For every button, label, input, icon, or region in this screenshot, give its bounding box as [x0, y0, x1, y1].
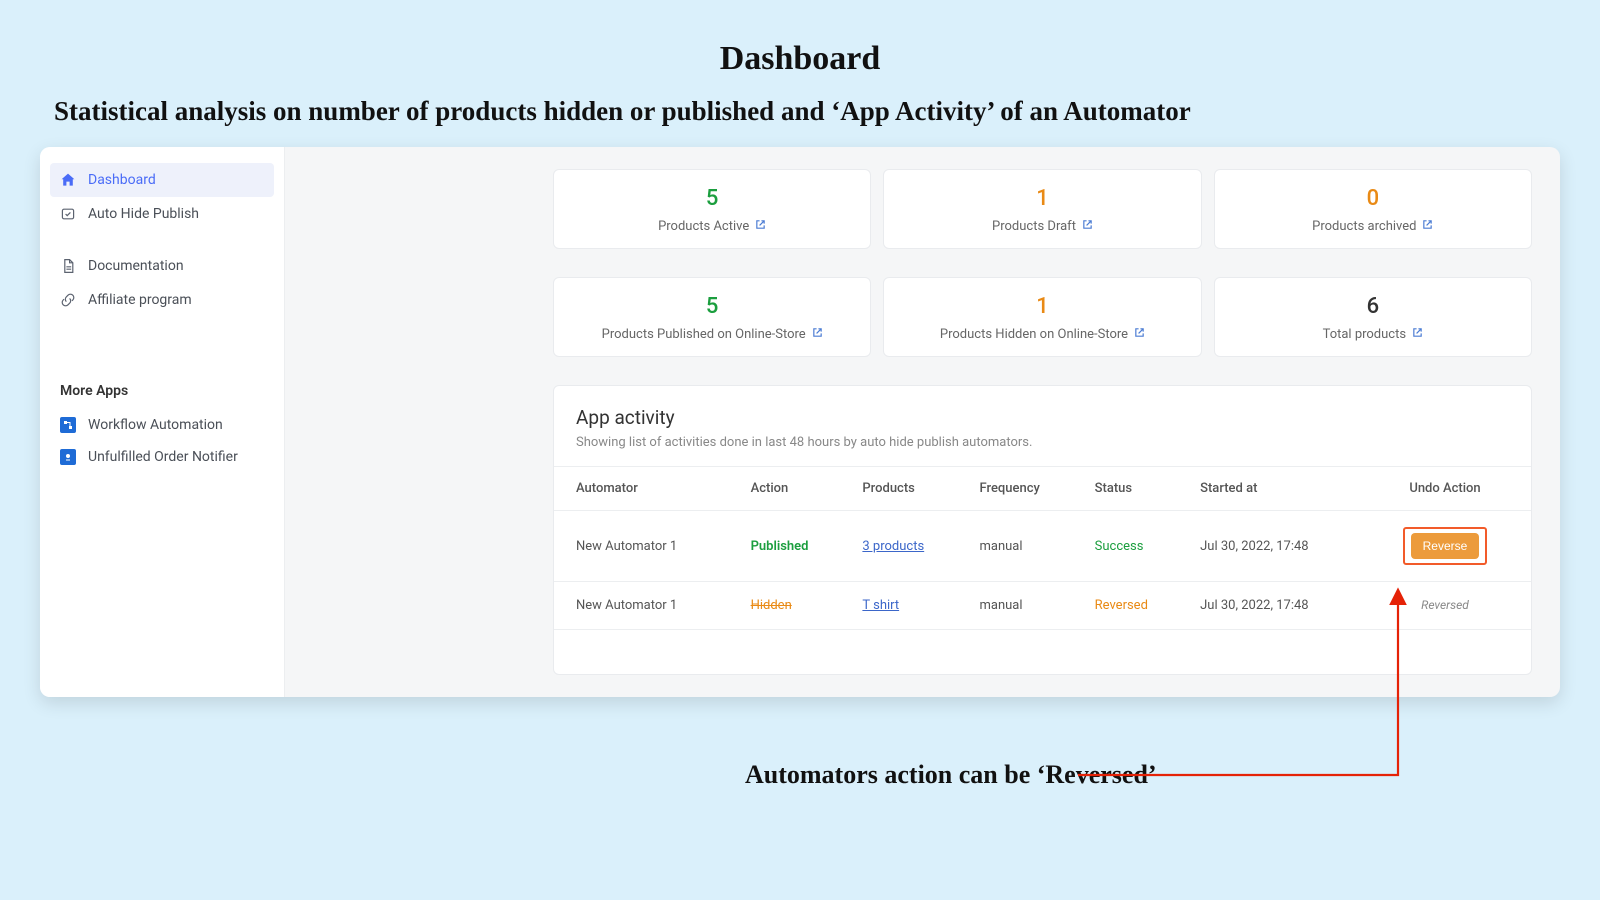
cell-frequency: manual: [967, 511, 1082, 582]
stat-value: 1: [894, 186, 1190, 211]
stat-label: Total products: [1323, 327, 1424, 342]
cell-started: Jul 30, 2022, 17:48: [1188, 511, 1369, 582]
stat-label: Products archived: [1312, 219, 1433, 234]
stat-value: 5: [564, 186, 860, 211]
stat-card-hidden-online[interactable]: 1 Products Hidden on Online-Store: [883, 277, 1201, 357]
external-link-icon: [1412, 327, 1423, 342]
notifier-icon: [60, 449, 76, 465]
th-action: Action: [739, 467, 851, 511]
stat-card-total-products[interactable]: 6 Total products: [1214, 277, 1532, 357]
stat-value: 5: [564, 294, 860, 319]
th-undo: Undo Action: [1369, 467, 1531, 511]
sidebar-item-auto-hide[interactable]: Auto Hide Publish: [50, 197, 274, 231]
page-subtitle: Statistical analysis on number of produc…: [40, 96, 1560, 127]
link-icon: [60, 292, 76, 308]
sidebar-app-workflow[interactable]: Workflow Automation: [50, 409, 274, 441]
stats-row-1: 5 Products Active 1 Products Draft: [553, 169, 1532, 249]
sidebar-item-documentation[interactable]: Documentation: [50, 249, 274, 283]
stat-label: Products Published on Online-Store: [602, 327, 823, 342]
external-link-icon: [1422, 219, 1433, 234]
table-row: New Automator 1 Published 3 products man…: [554, 511, 1531, 582]
sidebar-item-label: Dashboard: [88, 172, 156, 188]
sidebar-item-dashboard[interactable]: Dashboard: [50, 163, 274, 197]
stats-row-2: 5 Products Published on Online-Store 1 P…: [553, 277, 1532, 357]
external-link-icon: [1082, 219, 1093, 234]
sidebar-app-notifier[interactable]: Unfulfilled Order Notifier: [50, 441, 274, 473]
stat-value: 1: [894, 294, 1190, 319]
th-automator: Automator: [554, 467, 739, 511]
sidebar-app-label: Unfulfilled Order Notifier: [88, 449, 238, 465]
reverse-highlight-box: Reverse: [1403, 527, 1488, 565]
cell-action: Hidden: [751, 598, 792, 613]
th-products: Products: [850, 467, 967, 511]
stat-label: Products Draft: [992, 219, 1093, 234]
workflow-icon: [60, 417, 76, 433]
activity-desc: Showing list of activities done in last …: [576, 435, 1509, 450]
stat-card-products-active[interactable]: 5 Products Active: [553, 169, 871, 249]
page-title: Dashboard: [40, 40, 1560, 78]
stat-label: Products Hidden on Online-Store: [940, 327, 1145, 342]
products-link[interactable]: T shirt: [862, 598, 899, 613]
external-link-icon: [1134, 327, 1145, 342]
app-activity-card: App activity Showing list of activities …: [553, 385, 1532, 675]
sidebar-app-label: Workflow Automation: [88, 417, 223, 433]
stat-value: 0: [1225, 186, 1521, 211]
activity-title: App activity: [576, 406, 1509, 429]
cell-started: Jul 30, 2022, 17:48: [1188, 582, 1369, 630]
external-link-icon: [812, 327, 823, 342]
products-link[interactable]: 3 products: [862, 539, 924, 554]
more-apps-title: More Apps: [60, 383, 274, 399]
doc-icon: [60, 258, 76, 274]
th-status: Status: [1083, 467, 1188, 511]
stat-card-published-online[interactable]: 5 Products Published on Online-Store: [553, 277, 871, 357]
table-spacer: [554, 630, 1531, 674]
cell-status: Success: [1095, 539, 1144, 554]
cell-automator: New Automator 1: [554, 582, 739, 630]
loop-icon: [60, 206, 76, 222]
cell-frequency: manual: [967, 582, 1082, 630]
sidebar-item-label: Documentation: [88, 258, 184, 274]
main-content: 5 Products Active 1 Products Draft: [285, 147, 1560, 697]
stat-card-products-draft[interactable]: 1 Products Draft: [883, 169, 1201, 249]
cell-automator: New Automator 1: [554, 511, 739, 582]
sidebar-item-label: Affiliate program: [88, 292, 192, 308]
th-started: Started at: [1188, 467, 1369, 511]
th-frequency: Frequency: [967, 467, 1082, 511]
stat-value: 6: [1225, 294, 1521, 319]
cell-status: Reversed: [1095, 598, 1148, 613]
sidebar-item-affiliate[interactable]: Affiliate program: [50, 283, 274, 317]
cell-action: Published: [751, 539, 809, 554]
reverse-button[interactable]: Reverse: [1411, 533, 1480, 559]
app-shell: Dashboard Auto Hide Publish Documentatio…: [40, 147, 1560, 697]
table-row: New Automator 1 Hidden T shirt manual Re…: [554, 582, 1531, 630]
sidebar-item-label: Auto Hide Publish: [88, 206, 199, 222]
callout-text: Automators action can be ‘Reversed’: [745, 760, 1157, 790]
cell-undo-text: Reversed: [1421, 598, 1469, 612]
sidebar: Dashboard Auto Hide Publish Documentatio…: [40, 147, 285, 697]
activity-table: Automator Action Products Frequency Stat…: [554, 466, 1531, 674]
external-link-icon: [755, 219, 766, 234]
stat-label: Products Active: [658, 219, 766, 234]
stat-card-products-archived[interactable]: 0 Products archived: [1214, 169, 1532, 249]
home-icon: [60, 172, 76, 188]
